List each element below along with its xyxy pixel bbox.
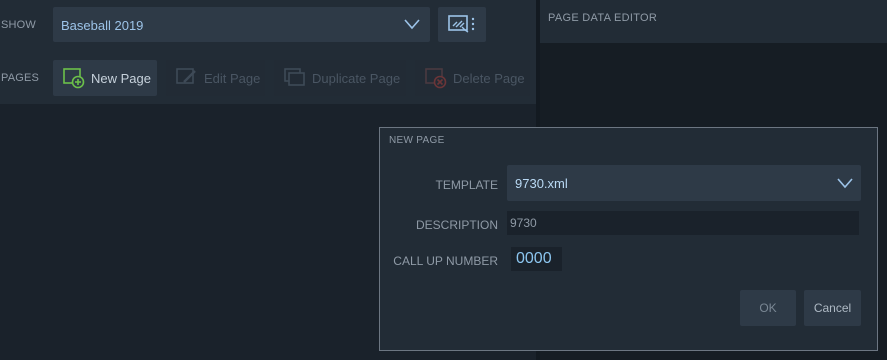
template-label: TEMPLATE xyxy=(435,178,498,192)
ok-button[interactable]: OK xyxy=(740,290,796,326)
new-page-dialog: NEW PAGE TEMPLATE 9730.xml DESCRIPTION C… xyxy=(379,127,878,351)
delete-page-icon xyxy=(425,68,447,89)
monitor-preview-button[interactable] xyxy=(438,7,486,42)
monitor-icon xyxy=(448,15,475,33)
template-select[interactable]: 9730.xml xyxy=(507,165,861,201)
pages-toolbar-area: SHOW Baseball 2019 PAGES New Page Edit P… xyxy=(0,0,536,104)
delete-page-label: Delete Page xyxy=(453,70,525,86)
description-input[interactable] xyxy=(507,211,859,235)
new-page-label: New Page xyxy=(91,70,151,86)
page-data-editor-title: PAGE DATA EDITOR xyxy=(548,12,658,24)
new-page-icon xyxy=(63,68,85,89)
description-label: DESCRIPTION xyxy=(415,218,498,232)
call-up-number-label: CALL UP NUMBER xyxy=(393,254,498,268)
page-data-editor-header: PAGE DATA EDITOR xyxy=(540,0,887,43)
edit-page-label: Edit Page xyxy=(204,70,261,86)
cancel-button[interactable]: Cancel xyxy=(804,290,861,326)
show-select[interactable]: Baseball 2019 xyxy=(53,7,430,42)
new-page-button[interactable]: New Page xyxy=(53,60,157,96)
pages-label: PAGES xyxy=(1,72,40,84)
chevron-down-icon xyxy=(404,19,420,30)
show-label: SHOW xyxy=(1,19,37,31)
dialog-title: NEW PAGE xyxy=(389,135,445,146)
duplicate-page-label: Duplicate Page xyxy=(312,70,401,86)
chevron-down-icon xyxy=(837,178,853,189)
duplicate-page-button[interactable]: Duplicate Page xyxy=(274,60,406,96)
call-up-number-input[interactable] xyxy=(511,247,562,271)
show-select-value: Baseball 2019 xyxy=(61,18,144,33)
delete-page-button[interactable]: Delete Page xyxy=(415,60,530,96)
template-select-value: 9730.xml xyxy=(515,176,568,191)
edit-page-icon xyxy=(176,68,196,84)
duplicate-page-icon xyxy=(284,68,305,86)
edit-page-button[interactable]: Edit Page xyxy=(166,60,265,96)
